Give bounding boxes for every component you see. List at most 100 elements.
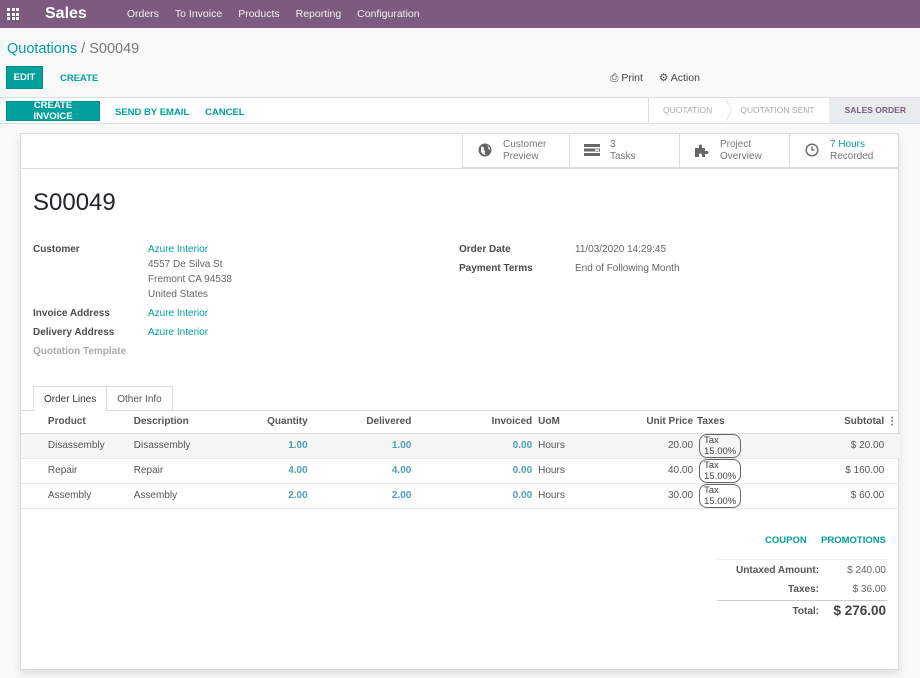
col-product[interactable]: Product [47, 411, 134, 434]
smart-button-value: 7 Hours [830, 139, 866, 150]
statusbar: CREATE INVOICE SEND BY EMAIL CANCEL QUOT… [0, 97, 920, 124]
cell-unit-price: 20.00 [576, 433, 694, 459]
tab-other-info[interactable]: Other Info [107, 386, 173, 411]
cell-subtotal: $ 20.00 [741, 433, 885, 459]
edit-button[interactable]: EDIT [6, 66, 43, 89]
smart-buttons: Customer Preview 3 Tasks Project Overview 7… [462, 134, 898, 168]
customer-address-line: Fremont CA 94538 [148, 274, 232, 285]
print-button[interactable]: ⎙ Print [610, 72, 643, 85]
breadcrumb-current: S00049 [89, 41, 140, 57]
col-subtotal[interactable]: Subtotal [741, 411, 885, 434]
table-row[interactable]: Repair Repair 4.00 4.00 0.00 Hours 40.00… [21, 458, 900, 484]
tasks-icon [582, 143, 602, 159]
stage-label: QUOTATION SENT [740, 105, 815, 115]
col-quantity[interactable]: Quantity [251, 411, 308, 434]
column-options-icon[interactable]: ⋮ [884, 411, 900, 434]
order-title: S00049 [33, 189, 116, 216]
tax-badge: Tax 15.00% [699, 458, 742, 483]
stage-quotation-sent[interactable]: QUOTATION SENT [726, 98, 828, 123]
cell-delivered: 1.00 [307, 433, 412, 459]
col-description[interactable]: Description [133, 411, 252, 434]
cell-quantity: 2.00 [251, 483, 308, 509]
menu-orders[interactable]: Orders [127, 8, 159, 20]
col-unit-price[interactable]: Unit Price [576, 411, 694, 434]
app-name[interactable]: Sales [45, 5, 87, 23]
menu-configuration[interactable]: Configuration [357, 8, 419, 20]
table-header-row: Product Description Quantity Delivered I… [21, 411, 900, 434]
col-uom[interactable]: UoM [532, 411, 577, 434]
breadcrumb-quotations[interactable]: Quotations [7, 41, 77, 57]
project-overview-button[interactable]: Project Overview [679, 134, 789, 168]
cell-description: Assembly [133, 483, 252, 509]
cancel-button[interactable]: CANCEL [199, 106, 251, 119]
untaxed-amount-value: $ 240.00 [847, 565, 886, 576]
smart-button-value: Project [720, 139, 752, 150]
table-row[interactable]: Assembly Assembly 2.00 2.00 0.00 Hours 3… [21, 483, 900, 509]
promotions-button[interactable]: PROMOTIONS [815, 534, 892, 547]
cell-unit-price: 30.00 [576, 483, 694, 509]
button-box-divider [21, 168, 898, 169]
cell-invoiced: 0.00 [411, 458, 533, 484]
cell-delivered: 4.00 [307, 458, 412, 484]
cell-description: Disassembly [133, 433, 252, 459]
action-button[interactable]: ⚙ Action [659, 72, 700, 84]
col-delivered[interactable]: Delivered [307, 411, 412, 434]
stage-quotation[interactable]: QUOTATION [649, 97, 733, 123]
invoice-address-label: Invoice Address [33, 308, 110, 319]
tab-order-lines[interactable]: Order Lines [33, 386, 108, 411]
customer-preview-button[interactable]: Customer Preview [462, 134, 569, 168]
cell-quantity: 1.00 [251, 433, 308, 459]
smart-button-label: Tasks [610, 151, 636, 162]
customer-label: Customer [33, 244, 80, 255]
menu-to-invoice[interactable]: To Invoice [175, 8, 222, 20]
globe-icon [475, 143, 495, 160]
menu-reporting[interactable]: Reporting [296, 8, 342, 20]
customer-address-line: 4557 De Silva St [148, 259, 223, 270]
smart-button-label: Recorded [830, 151, 874, 162]
customer-link[interactable]: Azure Interior [148, 242, 232, 257]
customer-address-line: United States [148, 289, 209, 300]
apps-grid-icon[interactable] [7, 8, 21, 20]
action-label: Action [670, 72, 700, 84]
cell-description: Repair [133, 458, 252, 484]
cell-invoiced: 0.00 [411, 433, 533, 459]
cell-delivered: 2.00 [307, 483, 412, 509]
send-by-email-button[interactable]: SEND BY EMAIL [109, 106, 195, 119]
smart-button-label: Overview [720, 151, 762, 162]
notebook-tabs: Order Lines Other Info [33, 386, 173, 411]
menu-products[interactable]: Products [238, 8, 279, 20]
cell-quantity: 4.00 [251, 458, 308, 484]
top-navbar: Sales Orders To Invoice Products Reporti… [0, 0, 920, 28]
puzzle-icon [692, 143, 712, 160]
cell-product: Assembly [47, 483, 134, 509]
taxes-label: Taxes: [788, 584, 819, 595]
cell-subtotal: $ 160.00 [741, 458, 885, 484]
untaxed-amount-label: Untaxed Amount: [736, 565, 819, 576]
stage-label: SALES ORDER [844, 105, 906, 115]
tax-badge: Tax 15.00% [699, 483, 742, 508]
hours-recorded-button[interactable]: 7 Hours Recorded [789, 134, 898, 168]
coupon-button[interactable]: COUPON [759, 534, 813, 547]
form-sheet: Customer Preview 3 Tasks Project Overview 7… [20, 133, 900, 670]
invoice-address-link[interactable]: Azure Interior [148, 306, 208, 321]
totals-divider [717, 559, 887, 560]
col-taxes[interactable]: Taxes [693, 411, 742, 434]
tasks-button[interactable]: 3 Tasks [569, 134, 679, 168]
order-date-label: Order Date [459, 244, 511, 255]
total-label: Total: [792, 606, 819, 617]
cell-unit-price: 40.00 [576, 458, 694, 484]
col-invoiced[interactable]: Invoiced [411, 411, 533, 434]
order-date-value: 11/03/2020 14:29:45 [575, 244, 667, 255]
table-row[interactable]: Disassembly Disassembly 1.00 1.00 0.00 H… [21, 433, 900, 459]
quotation-template-label: Quotation Template [33, 346, 127, 357]
cell-product: Disassembly [47, 433, 134, 459]
delivery-address-link[interactable]: Azure Interior [148, 325, 208, 340]
taxes-value: $ 36.00 [852, 584, 886, 595]
printer-icon: ⎙ [610, 72, 619, 84]
create-invoice-button[interactable]: CREATE INVOICE [6, 100, 100, 122]
payment-terms-label: Payment Terms [459, 263, 533, 274]
create-button[interactable]: CREATE [54, 72, 104, 85]
smart-button-value: Customer [503, 139, 547, 150]
gear-icon: ⚙ [659, 72, 669, 84]
stage-sales-order[interactable]: SALES ORDER [828, 98, 920, 123]
